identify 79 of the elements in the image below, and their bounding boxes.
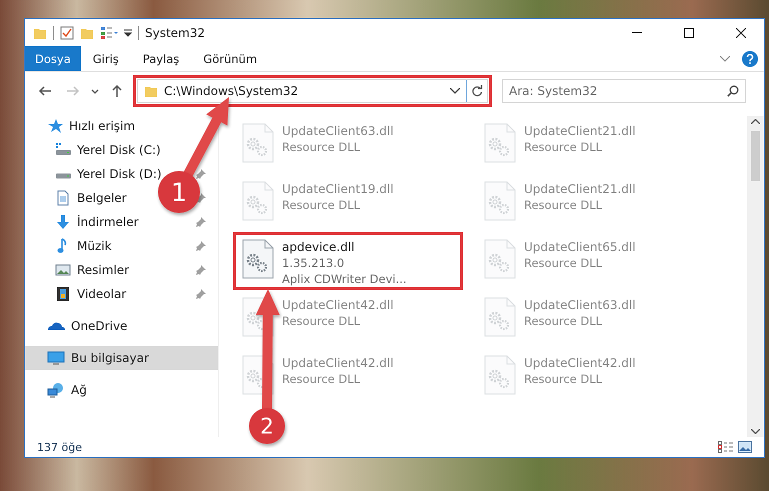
star-icon xyxy=(47,118,63,134)
question-mark-icon xyxy=(746,54,754,64)
file-detail: Resource DLL xyxy=(282,139,362,155)
file-name: UpdateClient42.dll xyxy=(282,355,394,371)
folder-icon xyxy=(144,84,158,98)
sidebar-item[interactable]: İndirmeler xyxy=(25,210,218,234)
scrollbar[interactable] xyxy=(747,116,764,437)
sidebar-item[interactable]: OneDrive xyxy=(25,314,136,338)
file-detail: Resource DLL xyxy=(282,313,362,329)
sidebar-item[interactable]: Hızlı erişim xyxy=(25,114,144,138)
ribbon-tab[interactable]: Dosya xyxy=(25,46,81,71)
search-field[interactable]: Ara: System32 xyxy=(502,79,746,103)
scroll-thumb[interactable] xyxy=(751,131,760,181)
details-view-button[interactable] xyxy=(716,441,736,453)
file-detail: Resource DLL xyxy=(524,371,604,387)
file-detail: Resource DLL xyxy=(524,255,604,271)
picture-icon xyxy=(738,441,752,453)
step-number-badge: 2 xyxy=(249,408,285,444)
sidebar-item[interactable]: Videolar xyxy=(25,282,218,306)
sidebar-item[interactable]: Bu bilgisayar xyxy=(25,346,218,370)
network-globe-icon xyxy=(47,382,65,398)
scroll-up-button[interactable] xyxy=(751,116,760,127)
gear-file-icon xyxy=(484,355,516,395)
chevron-down-icon[interactable] xyxy=(720,56,730,62)
file-name: UpdateClient19.dll xyxy=(282,181,394,197)
drive-icon xyxy=(55,142,71,158)
sidebar-item[interactable]: Resimler xyxy=(25,258,218,282)
file-name: UpdateClient42.dll xyxy=(524,355,636,371)
help-button[interactable] xyxy=(742,50,758,66)
item-count: 137 öğe xyxy=(37,440,83,454)
ribbon-tab[interactable]: Paylaş xyxy=(130,46,192,71)
ribbon-tab[interactable]: Görünüm xyxy=(191,46,270,71)
file-detail: Aplix CDWriter Devi... xyxy=(282,271,407,287)
scroll-down-button[interactable] xyxy=(751,426,760,437)
gear-file-icon xyxy=(242,239,274,279)
gear-file-icon xyxy=(484,239,516,279)
file-detail: Resource DLL xyxy=(282,371,362,387)
dropdown-icon xyxy=(124,28,132,36)
properties-icon xyxy=(100,26,118,40)
gear-file-icon xyxy=(484,123,516,163)
search-icon xyxy=(727,85,739,97)
gear-file-icon xyxy=(242,181,274,221)
chevron-down-icon xyxy=(450,88,460,94)
file-name: UpdateClient63.dll xyxy=(524,297,636,313)
drive-icon xyxy=(55,173,71,179)
file-detail: Resource DLL xyxy=(524,197,604,213)
chevron-down-icon xyxy=(90,87,100,95)
file-name: UpdateClient21.dll xyxy=(524,123,636,139)
file-name: UpdateClient21.dll xyxy=(524,181,636,197)
film-icon xyxy=(55,286,71,302)
list-view-icon xyxy=(718,441,734,453)
file-name: apdevice.dll xyxy=(282,239,356,255)
sidebar-item[interactable]: Müzik xyxy=(25,234,218,258)
chevron-up-icon xyxy=(751,119,760,124)
checklist-icon xyxy=(60,26,74,40)
gear-file-icon xyxy=(484,297,516,337)
file-name: UpdateClient65.dll xyxy=(524,239,636,255)
large-icons-view-button[interactable] xyxy=(736,441,754,453)
maximize-icon xyxy=(684,28,694,38)
chevron-down-icon xyxy=(751,429,760,434)
gear-file-icon xyxy=(242,123,274,163)
file-detail: 1.35.213.0 xyxy=(282,255,346,271)
refresh-icon xyxy=(471,85,483,97)
ribbon-tab[interactable]: Giriş xyxy=(80,46,131,71)
file-name: UpdateClient63.dll xyxy=(282,123,394,139)
file-detail: Resource DLL xyxy=(282,197,362,213)
document-icon xyxy=(55,190,71,206)
window-title: System32 xyxy=(145,26,206,40)
file-name: UpdateClient42.dll xyxy=(282,297,394,313)
minimize-icon xyxy=(632,32,642,33)
sidebar-item[interactable]: Ağ xyxy=(25,378,95,402)
close-icon xyxy=(736,28,746,38)
file-detail: Resource DLL xyxy=(524,139,604,155)
file-detail: Resource DLL xyxy=(524,313,604,329)
file-tile[interactable]: apdevice.dll 1.35.213.0 Aplix CDWriter Devi... xyxy=(233,232,463,290)
download-arrow-icon xyxy=(55,214,71,230)
gear-file-icon xyxy=(484,181,516,221)
monitor-icon xyxy=(47,350,65,366)
picture-icon xyxy=(55,262,71,278)
